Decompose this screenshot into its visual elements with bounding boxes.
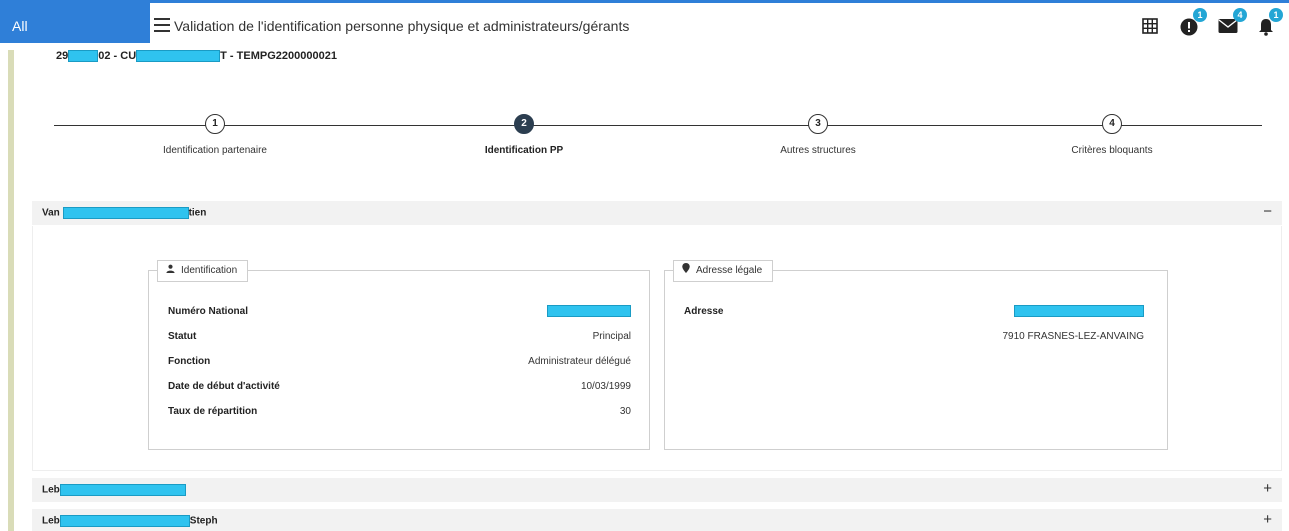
accordion-title: Leb Steph <box>42 515 218 527</box>
field-adresse: Adresse <box>684 305 1144 320</box>
field-value <box>547 305 631 317</box>
accordion-title-start: Van <box>42 207 60 219</box>
field-fonction: Fonction Administrateur délégué <box>168 356 631 370</box>
step-4-circle[interactable]: 4 <box>1102 114 1122 134</box>
step-2-label[interactable]: Identification PP <box>424 145 624 156</box>
hamburger-menu-icon[interactable] <box>154 18 170 32</box>
redaction-box <box>136 50 221 63</box>
field-value: Principal <box>592 331 631 342</box>
step-1-circle[interactable]: 1 <box>205 114 225 134</box>
record-reference: 29 02 - CU T - TEMPG2200000021 <box>56 50 337 63</box>
accordion-title-end: Steph <box>189 515 218 527</box>
top-accent-line <box>0 0 1289 3</box>
accordion-header-person-2[interactable]: Leb + <box>32 478 1282 502</box>
field-label: Adresse <box>684 306 724 317</box>
accordion-title: Van tien <box>42 207 206 219</box>
record-part-1: 29 <box>56 50 69 62</box>
field-taux-repartition: Taux de répartition 30 <box>168 406 631 420</box>
collapse-icon[interactable]: − <box>1263 203 1272 220</box>
step-1-number: 1 <box>212 118 218 129</box>
map-pin-icon <box>682 261 690 280</box>
field-adresse-line-2: 7910 FRASNES-LEZ-ANVAING <box>684 331 1144 345</box>
identification-card: Identification Numéro National Statut Pr… <box>148 260 650 450</box>
step-3-circle[interactable]: 3 <box>808 114 828 134</box>
alert-icon[interactable]: 1 <box>1180 8 1207 36</box>
stepper-line <box>54 125 1262 126</box>
field-value: 10/03/1999 <box>580 381 631 392</box>
left-decorative-stripe <box>8 50 14 531</box>
accordion-title-start: Leb <box>42 515 60 527</box>
identification-legend-text: Identification <box>181 265 238 277</box>
step-1-label[interactable]: Identification partenaire <box>115 145 315 156</box>
all-tab[interactable]: All <box>0 3 150 43</box>
step-2-circle[interactable]: 2 <box>514 114 534 134</box>
all-tab-label: All <box>12 18 28 34</box>
accordion-header-person-1[interactable]: Van tien − <box>32 201 1282 225</box>
step-2-number: 2 <box>521 118 527 129</box>
field-value: 30 <box>619 406 631 417</box>
bell-badge: 1 <box>1269 8 1283 22</box>
accordion-title-start: Leb <box>42 484 60 496</box>
alert-badge: 1 <box>1193 8 1207 22</box>
step-3-label[interactable]: Autres structures <box>718 145 918 156</box>
address-line-2: 7910 FRASNES-LEZ-ANVAING <box>1002 331 1144 342</box>
redaction-box <box>1014 305 1144 317</box>
address-legend-text: Adresse légale <box>696 265 763 277</box>
mail-icon[interactable]: 4 <box>1218 8 1247 36</box>
redaction-box <box>62 207 189 219</box>
address-legend: Adresse légale <box>673 260 774 282</box>
record-part-2: 02 - CU <box>98 50 137 62</box>
field-label: Statut <box>168 331 197 342</box>
top-bar: All Validation de l'identification perso… <box>0 0 1289 50</box>
field-label: Numéro National <box>168 306 249 317</box>
address-card: Adresse légale Adresse 7910 FRASNES-LEZ-… <box>664 260 1168 450</box>
redaction-box <box>547 305 631 317</box>
record-part-3: T - TEMPG2200000021 <box>220 50 337 62</box>
step-4-label[interactable]: Critères bloquants <box>1012 145 1212 156</box>
field-date-debut: Date de début d'activité 10/03/1999 <box>168 381 631 395</box>
bell-icon[interactable]: 1 <box>1258 8 1283 36</box>
accordion-title-end: tien <box>188 207 207 219</box>
redaction-box <box>59 515 190 527</box>
field-statut: Statut Principal <box>168 331 631 345</box>
user-icon <box>166 261 175 280</box>
step-4-number: 4 <box>1109 118 1115 129</box>
field-label: Taux de répartition <box>168 406 258 417</box>
grid-icon[interactable] <box>1142 18 1158 36</box>
field-value <box>1014 305 1144 317</box>
identification-legend: Identification <box>157 260 249 282</box>
expand-icon[interactable]: + <box>1263 480 1272 497</box>
page-title: Validation de l'identification personne … <box>174 18 630 34</box>
field-value: Administrateur délégué <box>528 356 631 367</box>
expand-icon[interactable]: + <box>1263 511 1272 528</box>
field-label: Date de début d'activité <box>168 381 280 392</box>
mail-badge: 4 <box>1233 8 1247 22</box>
step-3-number: 3 <box>815 118 821 129</box>
accordion-title: Leb <box>42 484 186 496</box>
field-numero-national: Numéro National <box>168 305 631 320</box>
redaction-box <box>68 50 99 63</box>
accordion-header-person-3[interactable]: Leb Steph + <box>32 509 1282 531</box>
field-label: Fonction <box>168 356 211 367</box>
redaction-box <box>59 484 186 496</box>
